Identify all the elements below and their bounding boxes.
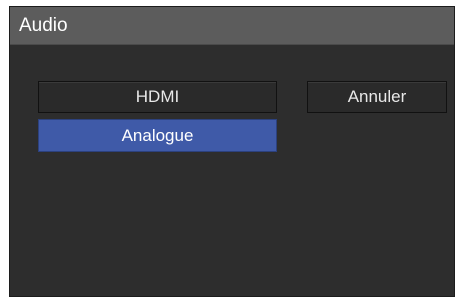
- option-analogue-label: Analogue: [121, 125, 194, 145]
- cancel-button[interactable]: Annuler: [307, 81, 447, 113]
- option-hdmi-label: HDMI: [135, 87, 180, 106]
- dialog-titlebar: Audio: [10, 7, 454, 45]
- cancel-label: Annuler: [347, 87, 407, 106]
- audio-dialog: Audio HDMI Analogue Annuler: [9, 6, 455, 297]
- option-hdmi-button[interactable]: HDMI: [38, 81, 277, 113]
- dialog-title: Audio: [19, 15, 68, 36]
- option-analogue-button[interactable]: Analogue: [38, 119, 277, 152]
